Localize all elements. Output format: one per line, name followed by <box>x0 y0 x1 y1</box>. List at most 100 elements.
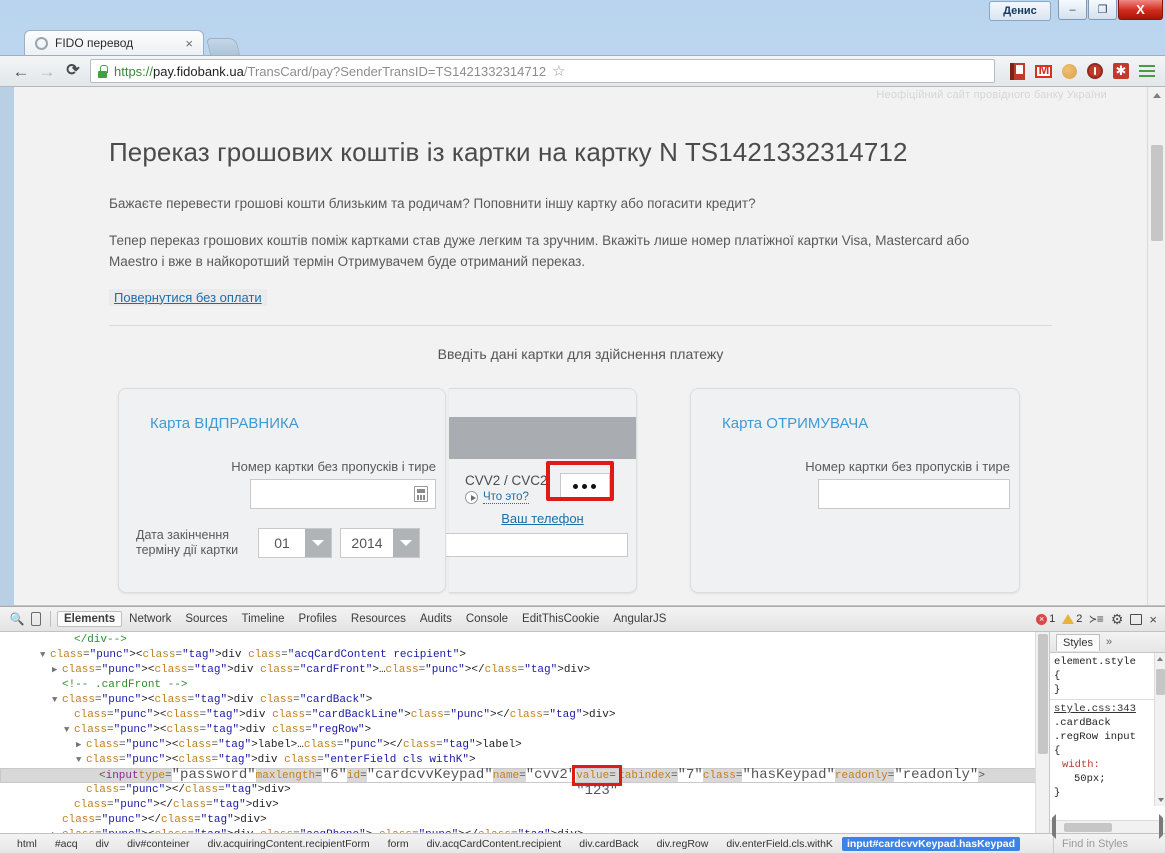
dom-node[interactable]: ▼class="punc"><class="tag">div class="re… <box>0 723 1049 738</box>
expiry-month-select[interactable]: 01 <box>258 528 332 558</box>
dom-node-selected[interactable]: <input type="password" maxlength="6" id=… <box>0 768 1041 783</box>
inspect-element-icon[interactable]: 🔍 <box>6 612 28 626</box>
style-property-name[interactable]: width: <box>1054 758 1161 772</box>
device-toolbar-icon[interactable] <box>31 612 41 626</box>
devtools-close-icon[interactable]: × <box>1149 612 1157 627</box>
page-scrollbar-thumb[interactable] <box>1151 145 1163 241</box>
dom-node[interactable]: ▶class="punc"><class="tag">div class="ac… <box>0 828 1049 833</box>
breadcrumb-item[interactable]: input#cardcvvKeypad.hasKeypad <box>842 837 1020 851</box>
forward-icon[interactable]: → <box>34 63 60 80</box>
page-scrollbar[interactable] <box>1147 87 1165 605</box>
browser-tab[interactable]: FIDO перевод × <box>24 30 204 55</box>
disclosure-triangle-icon[interactable]: ▶ <box>52 663 60 678</box>
back-icon[interactable]: ← <box>8 63 34 80</box>
dom-node[interactable]: class="punc"></class="tag">div> <box>0 798 1049 813</box>
tab-styles[interactable]: Styles <box>1056 634 1100 651</box>
bookmark-extension-icon[interactable] <box>1007 61 1027 81</box>
tab-audits[interactable]: Audits <box>413 611 459 627</box>
keypad-icon[interactable] <box>414 486 428 502</box>
error-count-badge[interactable]: × 1 <box>1036 613 1055 625</box>
breadcrumb-item[interactable]: html <box>8 838 46 850</box>
disclosure-triangle-icon[interactable]: ▼ <box>76 753 84 768</box>
breadcrumb-item[interactable]: div#conteiner <box>118 838 198 850</box>
dom-node[interactable]: <!-- .cardFront --> <box>0 678 1049 693</box>
cookie-icon[interactable] <box>1059 61 1079 81</box>
address-bar[interactable]: https://pay.fidobank.ua/TransCard/pay?Se… <box>90 59 995 83</box>
disclosure-triangle-icon[interactable]: ▶ <box>76 738 84 753</box>
sender-card-number-input[interactable] <box>250 479 436 509</box>
dom-node[interactable]: ▼class="punc"><class="tag">div class="ac… <box>0 648 1049 663</box>
tab-network[interactable]: Network <box>122 611 178 627</box>
tab-close-icon[interactable]: × <box>181 36 197 51</box>
dom-node[interactable]: </div--> <box>0 633 1049 648</box>
tab-timeline[interactable]: Timeline <box>235 611 292 627</box>
tab-profiles[interactable]: Profiles <box>292 611 344 627</box>
breadcrumb-item[interactable]: div <box>87 838 118 850</box>
disclosure-triangle-icon[interactable]: ▼ <box>52 693 60 708</box>
dom-node[interactable]: class="punc"></class="tag">div> <box>0 813 1049 828</box>
dom-node[interactable]: ▼class="punc"><class="tag">div class="en… <box>0 753 1049 768</box>
styles-scroll-right-icon[interactable] <box>1159 818 1163 836</box>
adblock-icon[interactable] <box>1085 61 1105 81</box>
find-in-styles-input[interactable]: Find in Styles <box>1053 834 1165 853</box>
close-button[interactable]: X <box>1118 0 1163 20</box>
breadcrumb-item[interactable]: div.enterField.cls.withK <box>717 838 842 850</box>
reload-icon[interactable]: ⟳ <box>60 63 86 79</box>
breadcrumb-item[interactable]: #acq <box>46 838 87 850</box>
bookmark-star-icon[interactable]: ☆ <box>552 62 565 80</box>
tab-resources[interactable]: Resources <box>344 611 413 627</box>
disclosure-triangle-icon[interactable]: ▼ <box>64 723 72 738</box>
styles-scroll-up-icon[interactable] <box>1155 653 1165 665</box>
disclosure-triangle-icon[interactable] <box>89 769 97 782</box>
style-property-value[interactable]: 50px; <box>1054 772 1161 786</box>
phone-input[interactable] <box>441 533 628 557</box>
styles-vscrollbar[interactable] <box>1154 653 1165 806</box>
disclosure-triangle-icon[interactable]: ▼ <box>40 648 48 663</box>
console-drawer-icon[interactable]: ≻≡ <box>1089 612 1103 627</box>
recipient-card-number-input[interactable] <box>818 479 1010 509</box>
dom-node[interactable]: class="punc"><class="tag">div class="car… <box>0 708 1049 723</box>
warning-count-badge[interactable]: 2 <box>1062 613 1082 625</box>
tab-console[interactable]: Console <box>459 611 515 627</box>
styles-scroll-down-icon[interactable] <box>1155 794 1165 806</box>
chrome-user-button[interactable]: Денис <box>989 1 1051 21</box>
your-phone-link[interactable]: Ваш телефон <box>501 511 583 526</box>
disclosure-triangle-icon[interactable]: ▶ <box>52 828 60 833</box>
styles-hscroll-thumb[interactable] <box>1064 823 1112 832</box>
styles-scroll-thumb[interactable] <box>1156 669 1165 695</box>
more-tabs-icon[interactable]: » <box>1106 636 1112 648</box>
expiry-year-select[interactable]: 2014 <box>340 528 420 558</box>
gear-icon[interactable]: ⚙ <box>1111 611 1124 628</box>
noscript-icon[interactable]: ✱ <box>1111 61 1131 81</box>
dom-node[interactable]: ▶class="punc"><class="tag">label>…class=… <box>0 738 1049 753</box>
what-is-this-row: Что это? <box>465 491 548 504</box>
dom-node[interactable]: ▶class="punc"><class="tag">div class="ca… <box>0 663 1049 678</box>
minimize-button[interactable]: – <box>1058 0 1087 20</box>
dom-node[interactable]: ▼class="punc"><class="tag">div class="ca… <box>0 693 1049 708</box>
breadcrumb-item[interactable]: div.regRow <box>648 838 718 850</box>
return-without-payment-link[interactable]: Повернутися без оплати <box>109 289 267 306</box>
tab-angularjs[interactable]: AngularJS <box>606 611 673 627</box>
scroll-up-icon[interactable] <box>1148 87 1165 104</box>
breadcrumb-item[interactable]: div.cardBack <box>570 838 647 850</box>
cvv-input[interactable] <box>560 473 610 501</box>
breadcrumb-item[interactable]: form <box>379 838 418 850</box>
what-is-this-link[interactable]: Что это? <box>483 491 529 504</box>
chrome-menu-icon[interactable] <box>1137 61 1157 81</box>
dom-scrollbar-thumb[interactable] <box>1038 634 1048 754</box>
tab-sources[interactable]: Sources <box>178 611 234 627</box>
tab-elements[interactable]: Elements <box>57 611 122 627</box>
new-tab-button[interactable] <box>206 38 240 55</box>
dom-tree-scrollbar[interactable] <box>1035 632 1049 833</box>
breadcrumb-item[interactable]: div.acquiringContent.recipientForm <box>199 838 379 850</box>
styles-hscrollbar[interactable] <box>1050 820 1165 833</box>
dock-side-icon[interactable] <box>1130 614 1142 625</box>
dom-tree-pane[interactable]: </div-->▼class="punc"><class="tag">div c… <box>0 632 1050 833</box>
gmail-icon[interactable] <box>1033 61 1053 81</box>
tab-editthiscookie[interactable]: EditThisCookie <box>515 611 606 627</box>
maximize-button[interactable]: ❐ <box>1088 0 1117 20</box>
dom-node[interactable]: class="punc"></class="tag">div> <box>0 783 1049 798</box>
breadcrumb-item[interactable]: div.acqCardContent.recipient <box>418 838 571 850</box>
styles-scroll-left-icon[interactable] <box>1052 818 1056 836</box>
style-source-link[interactable]: style.css:343 <box>1054 702 1161 716</box>
